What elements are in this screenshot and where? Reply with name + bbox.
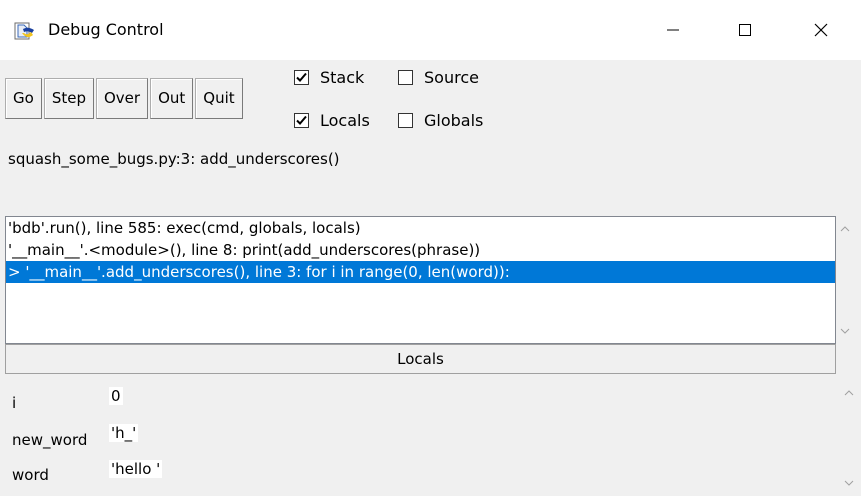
current-location: squash_some_bugs.py:3: add_underscores() xyxy=(8,150,340,168)
debug-control-panel: Go Step Over Out Quit Stack Source Local… xyxy=(0,60,861,496)
python-debug-icon xyxy=(14,20,36,42)
maximize-button[interactable] xyxy=(722,10,768,50)
scroll-down-icon[interactable] xyxy=(836,322,854,340)
checkbox-box[interactable] xyxy=(398,70,413,85)
close-button[interactable] xyxy=(798,10,844,50)
close-icon xyxy=(814,23,828,37)
over-button[interactable]: Over xyxy=(95,78,149,119)
stack-scrollbar[interactable] xyxy=(836,216,854,344)
checkbox-box[interactable] xyxy=(398,113,413,128)
quit-button[interactable]: Quit xyxy=(195,78,243,119)
stack-frame-row[interactable]: 'bdb'.run(), line 585: exec(cmd, globals… xyxy=(6,217,835,239)
source-checkbox[interactable]: Source xyxy=(398,68,479,87)
stack-listbox[interactable]: 'bdb'.run(), line 585: exec(cmd, globals… xyxy=(5,216,836,344)
variable-value[interactable]: 'h_' xyxy=(109,424,139,442)
variable-value[interactable]: 'hello ' xyxy=(109,460,163,478)
variable-name: new_word xyxy=(12,431,88,449)
locals-header: Locals xyxy=(5,344,836,374)
checkbox-box[interactable] xyxy=(294,113,309,128)
checkmark-icon xyxy=(296,115,307,125)
stack-frame-row-selected[interactable]: > '__main__'.add_underscores(), line 3: … xyxy=(6,261,835,283)
stack-frame-row[interactable]: '__main__'.<module>(), line 8: print(add… xyxy=(6,239,835,261)
minimize-button[interactable] xyxy=(650,10,696,50)
stack-label: Stack xyxy=(320,68,365,87)
out-button[interactable]: Out xyxy=(150,78,194,119)
locals-scrollbar[interactable] xyxy=(836,374,861,496)
source-label: Source xyxy=(424,68,479,87)
variable-value[interactable]: 0 xyxy=(109,387,123,405)
maximize-icon xyxy=(739,24,751,36)
locals-list: i 0 new_word 'h_' word 'hello ' xyxy=(5,374,836,496)
globals-label: Globals xyxy=(424,111,484,130)
scroll-down-icon[interactable] xyxy=(840,474,858,492)
go-button[interactable]: Go xyxy=(5,78,42,119)
minimize-icon xyxy=(667,29,679,31)
window-title: Debug Control xyxy=(48,20,164,39)
locals-label: Locals xyxy=(320,111,370,130)
title-bar: Debug Control xyxy=(0,0,861,60)
checkmark-icon xyxy=(296,72,307,82)
scroll-up-icon[interactable] xyxy=(840,384,858,402)
variable-name: i xyxy=(12,394,17,412)
variable-name: word xyxy=(12,466,49,484)
stack-checkbox[interactable]: Stack xyxy=(294,68,364,87)
step-button[interactable]: Step xyxy=(43,78,94,119)
debug-toolbar: Go Step Over Out Quit xyxy=(5,78,245,119)
scroll-up-icon[interactable] xyxy=(836,220,854,238)
locals-checkbox[interactable]: Locals xyxy=(294,111,370,130)
checkbox-box[interactable] xyxy=(294,70,309,85)
globals-checkbox[interactable]: Globals xyxy=(398,111,483,130)
